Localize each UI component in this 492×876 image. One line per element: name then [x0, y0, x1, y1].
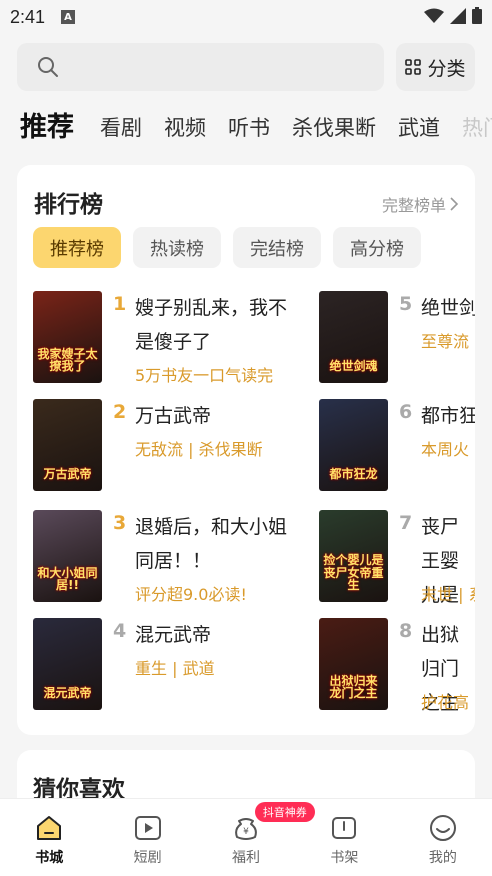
book-tag: 无敌流 | 杀伐果断 [135, 440, 263, 459]
book-tag: 本周火 [421, 440, 470, 459]
book-title: 绝世剑 [421, 297, 475, 319]
book-tag: 至尊流 [421, 332, 470, 351]
svg-text:¥: ¥ [243, 827, 249, 837]
book-cover: 我家嫂子太撩我了 [33, 291, 102, 383]
ranking-tabs: 推荐榜 热读榜 完结榜 高分榜 [33, 227, 421, 268]
book-item[interactable]: 绝世剑魂 5 绝世剑 至尊流 [319, 291, 475, 383]
tab-hot[interactable]: 热门 [462, 112, 492, 150]
rank-number: 6 [399, 401, 413, 423]
notification-icon: A [61, 10, 76, 24]
book-item[interactable]: 我家嫂子太撩我了 1 嫂子别乱来，我不是傻子了 5万书友一口气读完 [33, 291, 333, 385]
signal-icon [450, 7, 466, 24]
tab-audiobook[interactable]: 听书 [228, 112, 270, 150]
rank-number: 7 [399, 512, 413, 534]
rank-number: 5 [399, 293, 413, 315]
book-tag: 5万书友一口气读完 [135, 366, 274, 385]
book-item[interactable]: 都市狂龙 6 都市狂 本周火 [319, 399, 475, 491]
status-time: 2:41 [10, 6, 46, 27]
book-tag: 重生 | 武道 [135, 659, 215, 678]
tab-drama[interactable]: 看剧 [100, 112, 142, 150]
book-tag: 护花高 [421, 693, 470, 712]
cover-title: 混元武帝 [43, 686, 92, 701]
book-title: 都市狂 [421, 405, 475, 427]
channel-tabs: 推荐 看剧 视频 听书 杀伐果断 武道 热门 [20, 104, 492, 150]
book-cover: 捡个婴儿是丧尸女帝重生 [319, 510, 388, 602]
book-cover: 和大小姐同居!! [33, 510, 102, 602]
book-title: 退婚后，和大小姐同居！！ [135, 516, 288, 572]
cover-title: 都市狂龙 [329, 467, 378, 482]
search-row: 分类 [17, 43, 475, 91]
wifi-icon [424, 8, 444, 23]
category-button[interactable]: 分类 [396, 43, 475, 91]
nav-label: 短剧 [133, 850, 162, 866]
nav-welfare[interactable]: ¥ 福利 抖音神券 [197, 799, 315, 876]
cover-title: 捡个婴儿是丧尸女帝重生 [323, 553, 384, 593]
ranking-title: 排行榜 [34, 192, 103, 218]
nav-label: 书架 [330, 850, 359, 866]
status-bar: 2:41 A [0, 0, 492, 34]
book-item[interactable]: 和大小姐同居!! 3 退婚后，和大小姐同居！！ 评分超9.0必读! [33, 510, 333, 604]
full-ranking-link[interactable]: 完整榜单 [382, 192, 459, 216]
book-cover: 混元武帝 [33, 618, 102, 710]
search-input[interactable] [17, 43, 384, 91]
search-icon [38, 57, 58, 77]
bottom-nav: 书城 短剧 ¥ 福利 抖音神券 书架 我的 [0, 798, 492, 876]
rank-number: 4 [113, 620, 127, 642]
book-tag: 末世 | 系 [421, 585, 475, 604]
cover-title: 万古武帝 [43, 467, 92, 482]
ranking-tab-hot[interactable]: 热读榜 [133, 227, 221, 268]
rank-number: 8 [399, 620, 413, 642]
battery-icon [472, 7, 482, 24]
ranking-tab-high-score[interactable]: 高分榜 [333, 227, 421, 268]
nav-label: 福利 [232, 850, 261, 866]
grid-icon [405, 59, 422, 75]
book-title: 混元武帝 [135, 624, 212, 646]
home-icon [37, 816, 62, 840]
book-tag: 评分超9.0必读! [135, 585, 247, 604]
category-label: 分类 [427, 57, 466, 80]
tab-martial[interactable]: 武道 [398, 112, 440, 150]
cover-title: 和大小姐同居!! [37, 565, 98, 593]
book-item[interactable]: 出狱归来 龙门之主 8 出狱归门之主 护花高 [319, 618, 475, 714]
nav-profile[interactable]: 我的 [394, 799, 492, 876]
book-cover: 万古武帝 [33, 399, 102, 491]
cover-title: 出狱归来 龙门之主 [329, 673, 378, 701]
nav-short-drama[interactable]: 短剧 [98, 799, 196, 876]
nav-label: 我的 [428, 850, 457, 866]
book-title: 嫂子别乱来，我不是傻子了 [135, 297, 288, 353]
nav-label: 书城 [35, 850, 64, 866]
tab-recommend[interactable]: 推荐 [20, 105, 74, 150]
full-ranking-label: 完整榜单 [381, 196, 446, 215]
rank-number: 3 [113, 512, 127, 534]
tab-decisive[interactable]: 杀伐果断 [292, 112, 376, 150]
cover-title: 我家嫂子太撩我了 [37, 346, 98, 374]
book-cover: 绝世剑魂 [319, 291, 388, 383]
rank-number: 2 [113, 401, 127, 423]
book-cover: 出狱归来 龙门之主 [319, 618, 388, 710]
tab-video[interactable]: 视频 [164, 112, 206, 150]
ranking-tab-recommend[interactable]: 推荐榜 [33, 227, 121, 268]
cover-title: 绝世剑魂 [329, 359, 378, 374]
book-cover: 都市狂龙 [319, 399, 388, 491]
play-icon [134, 816, 161, 840]
book-item[interactable]: 捡个婴儿是丧尸女帝重生 7 丧尸王婴儿是 末世 | 系 [319, 510, 475, 606]
nav-bookstore[interactable]: 书城 [0, 799, 98, 876]
nav-bookshelf[interactable]: 书架 [295, 799, 393, 876]
smile-icon [429, 815, 456, 841]
ranking-tab-finished[interactable]: 完结榜 [233, 227, 321, 268]
status-icons [424, 7, 482, 24]
book-item[interactable]: 混元武帝 4 混元武帝 重生 | 武道 [33, 618, 333, 710]
ranking-card: 排行榜 完整榜单 推荐榜 热读榜 完结榜 高分榜 我家嫂子太撩我了 1 嫂子别乱… [17, 165, 475, 735]
book-item[interactable]: 万古武帝 2 万古武帝 无敌流 | 杀伐果断 [33, 399, 333, 491]
book-title: 万古武帝 [135, 405, 212, 427]
bookshelf-icon [332, 817, 357, 839]
chevron-right-icon [450, 197, 459, 211]
rank-number: 1 [113, 293, 127, 315]
